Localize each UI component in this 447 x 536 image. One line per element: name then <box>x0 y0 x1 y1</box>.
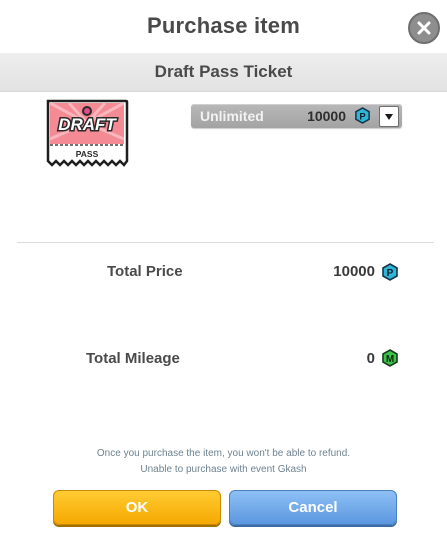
p-coin-icon: P <box>355 107 370 124</box>
draft-pass-ticket-image: DRAFT PASS <box>45 99 129 170</box>
p-coin-glyph: P <box>359 111 365 122</box>
gkash-notice: Unable to purchase with event Gkash <box>140 464 307 475</box>
ok-button[interactable]: OK <box>53 490 221 525</box>
total-price-label: Total Price <box>107 263 183 280</box>
item-name: Draft Pass Ticket <box>154 62 293 81</box>
chevron-down-button[interactable] <box>379 106 399 127</box>
total-price-value: 10000 <box>333 263 375 280</box>
item-name-bar: Draft Pass Ticket <box>0 53 447 92</box>
total-mileage-label: Total Mileage <box>86 350 180 367</box>
close-icon <box>417 21 431 35</box>
dialog-title: Purchase item <box>146 13 300 38</box>
total-mileage-value: 0 <box>366 350 375 367</box>
chevron-down-icon <box>385 113 393 120</box>
m-coin-icon: M <box>382 349 398 367</box>
ticket-main-text: DRAFT <box>58 115 117 134</box>
divider <box>17 242 434 243</box>
ticket-sub-text: PASS <box>76 149 99 159</box>
m-coin-glyph: M <box>386 354 394 365</box>
refund-notice: Once you purchase the item, you won't be… <box>96 448 351 459</box>
close-button[interactable] <box>408 12 440 44</box>
p-coin-icon: P <box>382 263 398 281</box>
p-coin-glyph: P <box>387 268 394 279</box>
duration-selected-label: Unlimited <box>200 108 264 124</box>
cancel-button[interactable]: Cancel <box>229 490 397 525</box>
duration-select[interactable]: Unlimited 10000 P <box>191 104 402 128</box>
duration-price: 10000 <box>307 108 346 124</box>
dialog-header: Purchase item <box>0 0 447 52</box>
